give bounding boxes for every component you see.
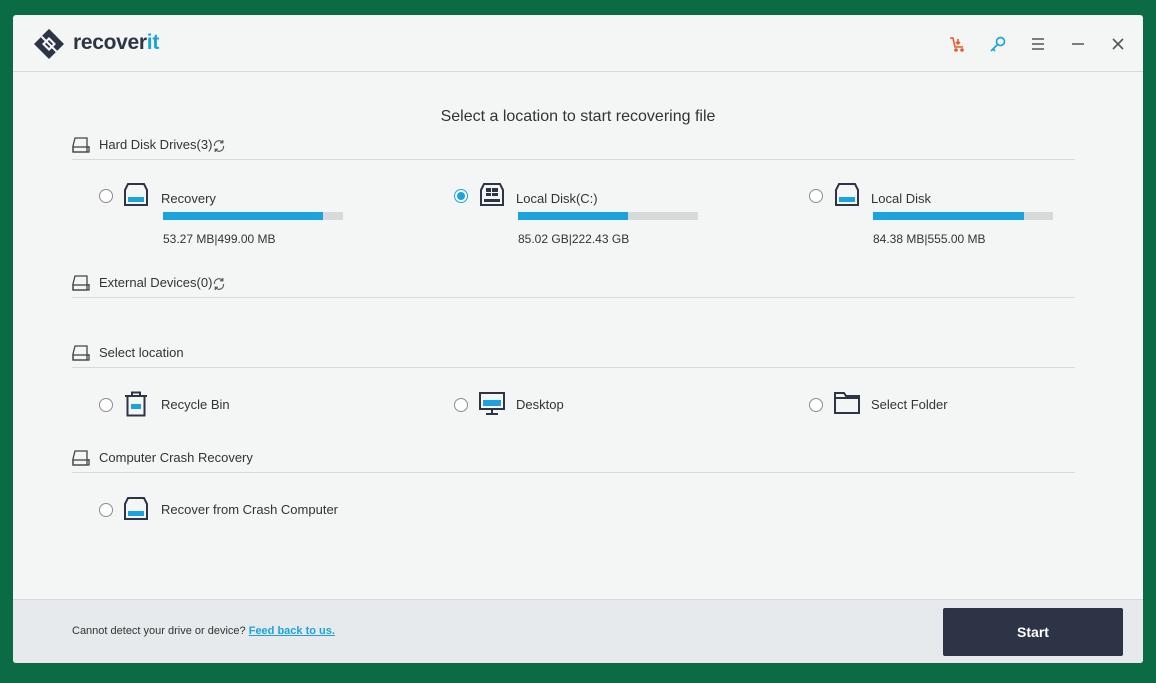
drive-size: 84.38 MB|555.00 MB xyxy=(873,232,986,246)
drive-label: Local Disk xyxy=(871,191,931,206)
section-label: Select location xyxy=(99,345,184,360)
external-device-section-icon xyxy=(72,275,90,291)
section-select-location: Select location xyxy=(72,344,1075,368)
location-radio-desktop[interactable] xyxy=(454,398,468,412)
section-external-devices: External Devices(0) xyxy=(72,274,1075,298)
windows-drive-icon xyxy=(480,183,504,206)
crash-section-icon xyxy=(72,450,90,466)
drive-radio-recovery[interactable] xyxy=(99,189,113,203)
desktop-icon xyxy=(479,392,505,415)
drive-radio-local-disk[interactable] xyxy=(809,189,823,203)
menu-icon[interactable] xyxy=(1028,34,1048,54)
section-hard-disk-drives: Hard Disk Drives(3) xyxy=(72,136,1075,160)
title-bar: recoverit xyxy=(13,15,1143,72)
drive-size: 53.27 MB|499.00 MB xyxy=(163,232,276,246)
feedback-link[interactable]: Feed back to us. xyxy=(249,625,335,637)
folder-icon xyxy=(834,392,860,414)
section-label: Computer Crash Recovery xyxy=(99,450,253,465)
minimize-icon[interactable] xyxy=(1068,34,1088,54)
crash-recovery-radio[interactable] xyxy=(99,503,113,517)
drive-icon xyxy=(124,183,148,206)
location-radio-recycle-bin[interactable] xyxy=(99,398,113,412)
drive-icon xyxy=(835,183,859,206)
refresh-icon[interactable] xyxy=(212,277,226,291)
app-window: recoverit Select a location to start rec… xyxy=(13,15,1143,663)
drive-size: 85.02 GB|222.43 GB xyxy=(518,232,630,246)
footer-note: Cannot detect your drive or device? Feed… xyxy=(72,625,335,637)
drive-usage-bar xyxy=(873,212,1053,220)
footer-note-text: Cannot detect your drive or device? xyxy=(72,625,246,637)
drive-label: Recovery xyxy=(161,191,216,206)
section-label: Hard Disk Drives(3) xyxy=(99,137,213,152)
crash-recovery-label: Recover from Crash Computer xyxy=(161,502,338,517)
page-heading: Select a location to start recovering fi… xyxy=(440,108,716,125)
location-radio-select-folder[interactable] xyxy=(809,398,823,412)
section-label: External Devices(0) xyxy=(99,275,213,290)
drive-usage-bar xyxy=(163,212,343,220)
refresh-icon[interactable] xyxy=(212,139,226,153)
close-icon[interactable] xyxy=(1108,34,1128,54)
crash-drive-icon xyxy=(124,497,148,520)
cart-icon[interactable] xyxy=(948,34,968,54)
start-button[interactable]: Start xyxy=(943,608,1123,656)
section-computer-crash-recovery: Computer Crash Recovery xyxy=(72,449,1075,473)
footer-bar: Cannot detect your drive or device? Feed… xyxy=(13,599,1143,663)
recycle-bin-icon xyxy=(125,391,147,417)
location-label: Select Folder xyxy=(871,397,948,412)
hard-disk-section-icon xyxy=(72,137,90,153)
location-section-icon xyxy=(72,345,90,361)
drive-usage-bar xyxy=(518,212,698,220)
app-logo-text: recoverit xyxy=(73,31,160,54)
location-label: Desktop xyxy=(516,397,564,412)
recoverit-logo-icon xyxy=(34,29,64,59)
drive-radio-local-disk-c[interactable] xyxy=(454,189,468,203)
key-icon[interactable] xyxy=(988,34,1008,54)
location-label: Recycle Bin xyxy=(161,397,230,412)
drive-label: Local Disk(C:) xyxy=(516,191,598,206)
